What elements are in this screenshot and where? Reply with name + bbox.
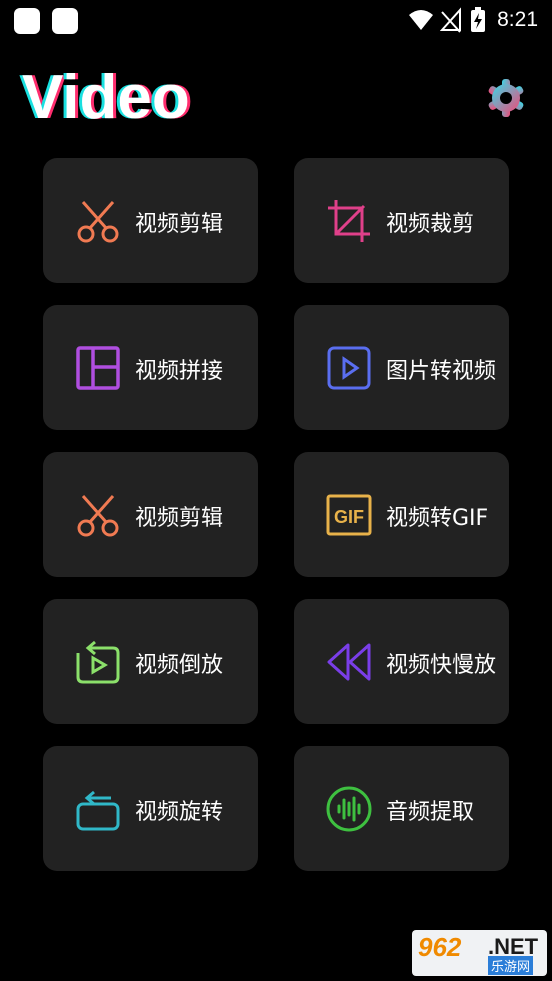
battery-charging-icon: [471, 7, 485, 32]
tool-label: 视频转GIF: [386, 506, 489, 531]
svg-text:GIF: GIF: [334, 507, 364, 527]
signal-off-icon: [440, 7, 461, 33]
notification-icon: [14, 8, 40, 34]
tool-label: 图片转视频: [386, 359, 497, 384]
tool-label: 视频快慢放: [386, 653, 497, 678]
tool-video-cut[interactable]: 视频剪辑: [43, 158, 258, 283]
scissors-icon: [77, 201, 119, 243]
tool-label: 视频裁剪: [386, 212, 475, 237]
page-title: Video: [22, 63, 190, 132]
rotate-icon: [76, 790, 120, 831]
gif-icon: GIF: [326, 494, 372, 536]
tool-video-cut-2[interactable]: 视频剪辑: [43, 452, 258, 577]
notification-icon: [52, 8, 78, 34]
wifi-icon: [409, 10, 433, 30]
scissors-icon: [77, 495, 119, 537]
status-time: 8:21: [497, 8, 538, 31]
tool-label: 视频拼接: [135, 359, 224, 384]
play-square-icon: [327, 346, 371, 390]
audio-wave-icon: [326, 786, 372, 832]
tool-label: 视频剪辑: [135, 506, 224, 531]
tool-label: 视频倒放: [135, 653, 224, 678]
tool-video-to-gif[interactable]: GIF 视频转GIF: [294, 452, 509, 577]
crop-icon: [328, 200, 370, 242]
tool-video-merge[interactable]: 视频拼接: [43, 305, 258, 430]
gear-icon: [488, 79, 524, 117]
watermark-sub: 乐游网: [488, 956, 534, 975]
tool-audio-extract[interactable]: 音频提取: [294, 746, 509, 871]
tool-image-to-video[interactable]: 图片转视频: [294, 305, 509, 430]
tool-label: 视频旋转: [135, 800, 224, 825]
tool-label: 视频剪辑: [135, 212, 224, 237]
replay-icon: [76, 640, 120, 684]
tool-video-crop[interactable]: 视频裁剪: [294, 158, 509, 283]
tool-label: 音频提取: [386, 800, 475, 825]
watermark-logo: 962 .NET 乐游网: [412, 930, 547, 976]
layout-icon: [76, 346, 120, 390]
tool-video-rotate[interactable]: 视频旋转: [43, 746, 258, 871]
status-bar: 8:21: [0, 0, 552, 40]
settings-button[interactable]: [486, 78, 526, 118]
rewind-icon: [327, 643, 371, 681]
watermark-brand: 962: [418, 932, 462, 962]
tool-video-speed[interactable]: 视频快慢放: [294, 599, 509, 724]
tool-video-reverse[interactable]: 视频倒放: [43, 599, 258, 724]
